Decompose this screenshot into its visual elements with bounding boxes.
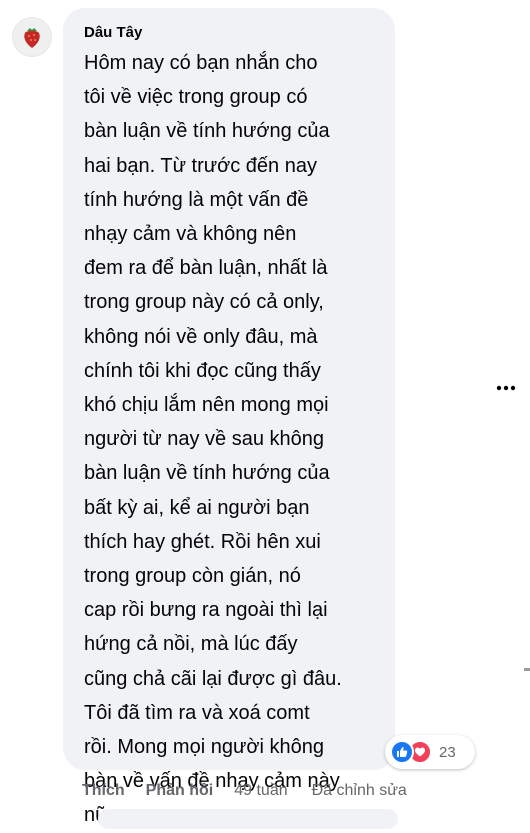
strawberry-icon <box>24 28 40 48</box>
comment-line: Hôm nay có bạn nhắn cho <box>84 52 318 74</box>
comment-line: cap rồi bưng ra ngoài thì lại <box>84 599 328 622</box>
timestamp[interactable]: 49 tuần <box>234 782 287 800</box>
edited-label[interactable]: Đã chỉnh sửa <box>312 782 407 800</box>
avatar[interactable] <box>12 17 52 57</box>
comment-line: khó chịu lắm nên mong mọi <box>84 394 329 417</box>
comment-line: thích hay ghét. Rồi hên xui <box>84 530 321 553</box>
more-dots-icon <box>496 385 516 391</box>
next-comment-bubble <box>98 809 398 829</box>
like-icon <box>390 740 414 764</box>
comment-line: hai bạn. Từ trước đến nay <box>84 154 317 177</box>
scroll-edge-mark <box>524 668 530 671</box>
comment-line: trong group còn gián, nó <box>84 565 301 588</box>
comment-line: không nói về only đâu, mà <box>84 325 318 348</box>
comment-line: tính hướng là một vấn đề <box>84 188 309 211</box>
reactions-summary[interactable]: 23 <box>385 735 475 769</box>
comment-line: bàn luận về tính hướng của <box>84 462 330 485</box>
comment-author[interactable]: Dâu Tây <box>84 24 142 41</box>
comment-line: người từ nay về sau không <box>84 428 325 451</box>
like-button[interactable]: Thích <box>82 782 125 800</box>
comment-line: bất kỳ ai, kể ai người bạn <box>84 496 310 519</box>
comment-line: đem ra để bàn luận, nhất là <box>84 257 328 280</box>
comment-text: Hôm nay có bạn nhắn cho tôi về việc tron… <box>84 46 384 833</box>
comment-line: nhạy cảm và không nên <box>84 223 297 246</box>
reaction-count: 23 <box>439 743 456 761</box>
comment-line: cũng chả cãi lại được gì đâu. <box>84 667 342 690</box>
comment-line: hứng cả nồi, mà lúc đấy <box>84 633 298 656</box>
comment-line: tôi về việc trong group có <box>84 86 308 109</box>
comment-actions: Thích Phản hồi 49 tuần Đã chỉnh sửa <box>82 780 428 802</box>
comment-line: trong group này có cả only, <box>84 291 324 314</box>
reply-button[interactable]: Phản hồi <box>146 782 214 800</box>
more-options-button[interactable] <box>493 378 519 398</box>
comment-line: chính tôi khi đọc cũng thấy <box>84 359 321 382</box>
comment-line: Tôi đã tìm ra và xoá comt <box>84 701 310 724</box>
comment-line: rồi. Mong mọi người không <box>84 736 324 759</box>
comment-line: bàn luận về tính hướng của <box>84 120 330 143</box>
